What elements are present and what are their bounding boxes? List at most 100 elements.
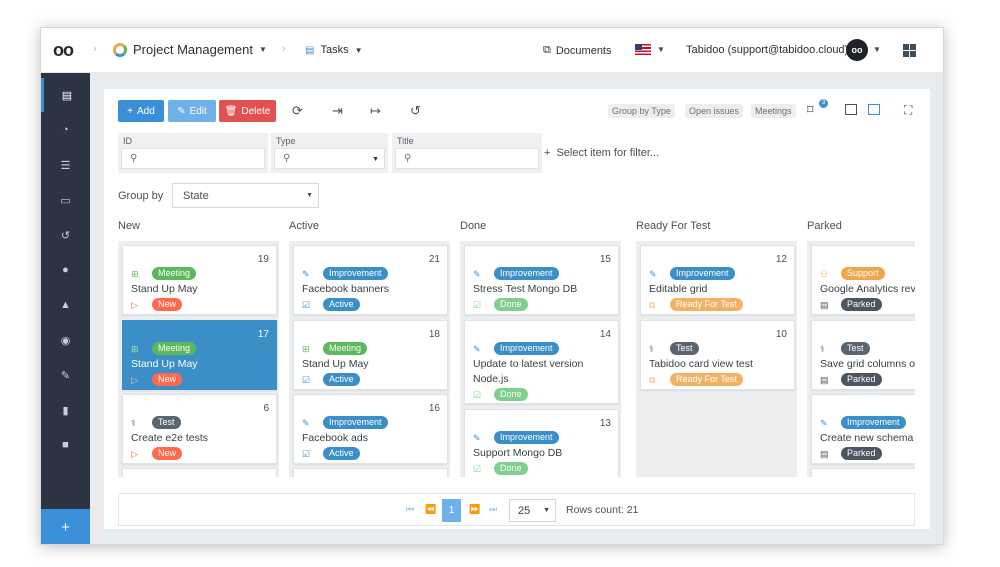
task-card[interactable]: ⚇ Support Google Analytics revie ▤ Parke… <box>811 245 915 315</box>
delete-button[interactable]: 🗑 Delete <box>219 100 276 122</box>
filter-pill-meetings[interactable]: Meetings <box>751 104 796 118</box>
card-title: Stress Test Mongo DB <box>473 283 578 295</box>
task-card[interactable]: 19 ⊞ Meeting Stand Up May ▷ New <box>122 245 277 315</box>
group-by-select[interactable]: State ▼ <box>172 183 319 208</box>
task-card[interactable]: ✎ Improvement Create new schema ▤ Parked <box>811 394 915 464</box>
documents-link[interactable]: ⧉ Documents <box>543 44 612 57</box>
edit-button[interactable]: ✎ Edit <box>168 100 216 122</box>
state-badge: Parked <box>841 447 882 460</box>
card-view-icon[interactable] <box>868 104 880 115</box>
search-icon: ⚲ <box>404 153 412 164</box>
play-icon: ▷ <box>131 449 138 459</box>
document-icon[interactable]: ▤ <box>41 78 90 112</box>
language-selector[interactable]: ▼ <box>635 44 665 55</box>
filter-id-input[interactable]: ⚲ <box>121 148 265 169</box>
task-card[interactable]: 10 ⚕ Test Tabidoo card view test ⧉ Ready… <box>640 320 795 390</box>
last-page-icon[interactable]: ⏭ <box>489 504 497 515</box>
task-card-selected[interactable]: 17 ⊞ Meeting Stand Up May ▷ New <box>122 320 277 390</box>
page-size-select[interactable]: 25 ▼ <box>509 499 556 522</box>
pagination-bar: ⏮ ⏪ 1 ⏩ ⏭ 25 ▼ Rows count: 21 <box>118 493 915 526</box>
refresh-icon[interactable]: ⟳ <box>292 103 303 119</box>
task-card[interactable]: 12 ✎ Improvement Editable grid ⧉ Ready F… <box>640 245 795 315</box>
import-icon[interactable]: ⇥ <box>332 103 343 119</box>
task-card[interactable]: 18 ⊞ Meeting Stand Up May ☑ Active <box>293 320 448 390</box>
file-icon[interactable]: ▮ <box>41 393 90 427</box>
card-title: Stand Up May <box>302 358 369 370</box>
meeting-icon: ⊞ <box>302 344 310 354</box>
add-filter-button[interactable]: + Select item for filter... <box>544 147 659 159</box>
user-icon[interactable]: ● <box>41 253 90 287</box>
filter-id-label: ID <box>123 136 132 146</box>
history-icon[interactable]: ↺ <box>41 218 90 252</box>
edit-box-icon: ☑ <box>302 449 311 459</box>
column-title-new: New <box>118 220 141 232</box>
trash-icon: 🗑 <box>224 105 238 117</box>
logo-text: oo <box>53 40 74 60</box>
dashboard-icon[interactable]: ◔ <box>41 113 90 147</box>
task-card[interactable]: 21 ✎ Improvement Facebook banners ☑ Acti… <box>293 245 448 315</box>
column-title-parked: Parked <box>807 220 842 232</box>
add-filter-label: Select item for filter... <box>556 147 660 159</box>
task-card[interactable]: 14 ✎ Improvement Update to latest versio… <box>464 320 619 404</box>
user-name[interactable]: Tabidoo (support@tabidoo.cloud) <box>686 44 848 56</box>
task-card[interactable]: 16 ✎ Improvement Facebook ads ☑ Active <box>293 394 448 464</box>
export-icon[interactable]: ↦ <box>370 103 381 119</box>
table-icon[interactable]: ☰ <box>41 148 90 182</box>
edit-icon: ✎ <box>473 433 481 443</box>
apps-grid-icon[interactable] <box>903 44 916 57</box>
column-title-ready-for-test: Ready For Test <box>636 220 711 232</box>
next-page-icon[interactable]: ⏩ <box>469 504 480 515</box>
first-page-icon[interactable]: ⏮ <box>406 504 414 515</box>
warning-icon[interactable]: ▲ <box>41 288 90 322</box>
app-selector[interactable]: Project Management ▼ <box>113 42 267 57</box>
card-title: Support Mongo DB <box>473 447 563 459</box>
history-icon[interactable]: ↺ <box>410 103 421 119</box>
card-title: Tabidoo card view test <box>649 358 753 370</box>
type-badge: Improvement <box>323 267 388 280</box>
type-badge: Improvement <box>494 342 559 355</box>
current-page-button[interactable]: 1 <box>442 499 461 522</box>
eye-icon[interactable]: ◉ <box>41 323 90 357</box>
task-card[interactable]: 13 ✎ Improvement Support Mongo DB ☑ Done <box>464 409 619 477</box>
filter-pill-open-issues[interactable]: Open issues <box>685 104 744 118</box>
card-title: Facebook banners <box>302 283 389 295</box>
group-by-label: Group by <box>118 190 164 202</box>
grid-view-icon[interactable] <box>845 104 857 115</box>
plus-icon: + <box>127 105 134 117</box>
task-card[interactable]: ⚕ Test Save grid columns ord ▤ Parked <box>811 320 915 390</box>
state-badge: Done <box>494 298 528 311</box>
filter-type-input[interactable]: ⚲ ▼ <box>274 148 385 169</box>
avatar[interactable]: oo <box>846 39 868 61</box>
add-button[interactable]: + Add <box>118 100 164 122</box>
previous-page-icon[interactable]: ⏪ <box>425 504 436 515</box>
stethoscope-icon: ⚕ <box>820 344 825 354</box>
money-icon[interactable]: ▭ <box>41 183 90 217</box>
tabidoo-logo[interactable]: oo <box>53 40 74 61</box>
edit-icon: ✎ <box>473 344 481 354</box>
filter-title-label: Title <box>397 136 414 146</box>
task-card[interactable]: 6 ⚕ Test Create e2e tests ▷ New <box>122 394 277 464</box>
tag-icon[interactable]: ⌑ <box>807 102 814 118</box>
card-title: Stand Up May <box>131 283 198 295</box>
filter-pill-group-by-type[interactable]: Group by Type <box>608 104 675 118</box>
page-selector[interactable]: ▤ Tasks ▼ <box>305 44 363 56</box>
document-icon: ▤ <box>820 449 829 459</box>
filter-title-input[interactable]: ⚲ <box>395 148 539 169</box>
documents-label: Documents <box>555 44 612 57</box>
chevron-down-icon[interactable]: ▼ <box>873 45 881 54</box>
app-icon <box>113 42 127 57</box>
task-card[interactable] <box>122 468 277 477</box>
add-app-button[interactable]: + <box>41 509 90 544</box>
fullscreen-icon[interactable]: ⛶ <box>904 103 912 118</box>
group-by-value: State <box>183 190 209 202</box>
task-card[interactable]: 15 ✎ Improvement Stress Test Mongo DB ☑ … <box>464 245 619 315</box>
card-title: Facebook ads <box>302 432 368 444</box>
edit-icon[interactable]: ✎ <box>41 358 90 392</box>
task-card[interactable] <box>293 468 448 477</box>
column-title-done: Done <box>460 220 487 232</box>
square-icon[interactable]: ■ <box>41 428 90 462</box>
delete-label: Delete <box>241 105 271 117</box>
state-badge: Parked <box>841 373 882 386</box>
chevron-right-icon: › <box>93 43 97 55</box>
task-card[interactable] <box>811 468 915 477</box>
